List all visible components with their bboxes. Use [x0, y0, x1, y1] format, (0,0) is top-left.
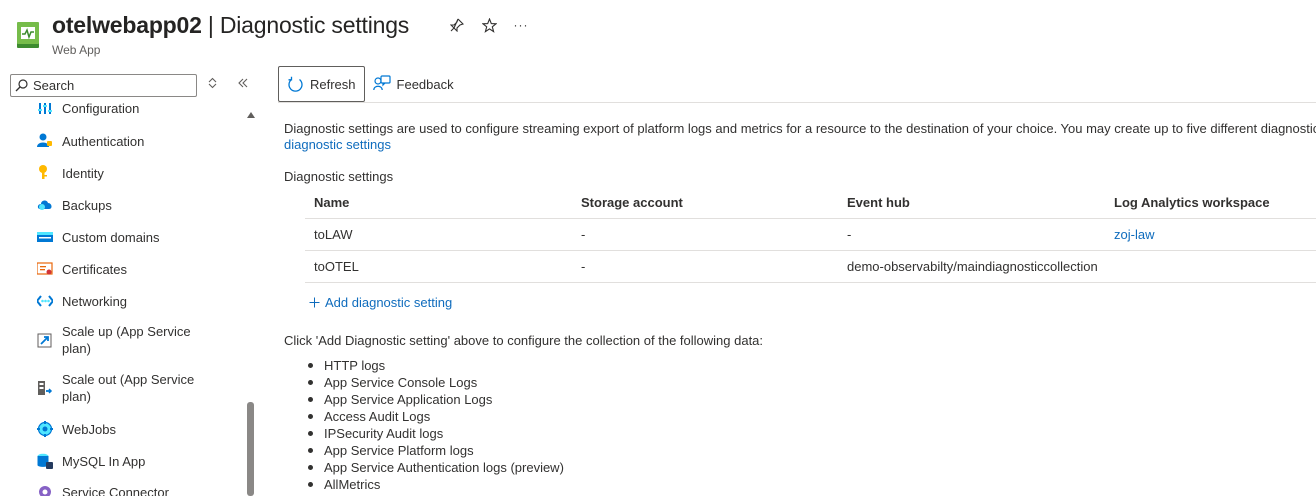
add-diagnostic-setting-link[interactable]: Add diagnostic setting: [309, 295, 452, 310]
column-header: Log Analytics workspace: [1114, 194, 1270, 210]
mysql-icon: [37, 453, 53, 469]
search-placeholder: Search: [33, 78, 75, 93]
sidebar-item-label: MySQL In App: [62, 454, 146, 469]
title-separator: |: [201, 12, 220, 38]
list-item: App Service Platform logs: [306, 442, 564, 459]
table-row[interactable]: toOTEL - demo-observabilty/maindiagnosti…: [305, 251, 1316, 283]
resource-name: otelwebapp02: [52, 12, 202, 38]
refresh-icon: [288, 76, 303, 92]
search-icon: [15, 79, 28, 92]
column-header: Event hub: [847, 194, 910, 210]
sidebar-item-scale-out[interactable]: Scale out (App Service plan): [0, 370, 244, 406]
sidebar-nav: Configuration Authentication Identity Ba…: [0, 97, 244, 496]
sidebar-item-label: Backups: [62, 198, 112, 213]
scale-up-icon: [37, 333, 52, 348]
certificates-icon: [37, 262, 53, 275]
sidebar-item-backups[interactable]: Backups: [0, 195, 244, 215]
scrollbar-thumb[interactable]: [247, 402, 254, 496]
sidebar-item-label: Networking: [62, 294, 128, 309]
identity-icon: [39, 165, 47, 179]
configuration-icon: [38, 103, 52, 114]
sidebar-item-authentication[interactable]: Authentication: [0, 131, 244, 151]
sidebar-item-label: Certificates: [62, 262, 128, 277]
sidebar-item-label: Service Connector: [62, 485, 169, 496]
resource-type: Web App: [52, 43, 101, 57]
sidebar-item-webjobs[interactable]: WebJobs: [0, 419, 244, 439]
instructions-text: Click 'Add Diagnostic setting' above to …: [284, 333, 764, 348]
sidebar-item-label: WebJobs: [62, 422, 116, 437]
setting-name: toOTEL: [314, 259, 359, 274]
plus-icon: [309, 297, 320, 308]
event-hub-cell: demo-observabilty/maindiagnosticcollecti…: [847, 259, 1098, 274]
list-item: App Service Application Logs: [306, 391, 564, 408]
sidebar-item-identity[interactable]: Identity: [0, 163, 244, 183]
sort-icon[interactable]: [208, 77, 217, 92]
sidebar-item-custom-domains[interactable]: Custom domains: [0, 227, 244, 247]
authentication-icon: [37, 133, 52, 147]
networking-icon: [37, 295, 53, 307]
feedback-button[interactable]: Feedback: [365, 66, 462, 102]
blade-name: Diagnostic settings: [219, 12, 410, 38]
table-header-row: Name Storage account Event hub Log Analy…: [305, 186, 1316, 219]
storage-account-cell: -: [581, 227, 586, 242]
list-item: App Service Authentication logs (preview…: [306, 459, 564, 476]
toolbar-divider: [278, 102, 1316, 103]
setting-name: toLAW: [314, 227, 353, 242]
list-item: AllMetrics: [306, 476, 564, 493]
sidebar-item-label: Scale out (App Service plan): [62, 372, 195, 404]
more-icon[interactable]: ···: [511, 14, 531, 36]
webjobs-icon: [37, 421, 53, 437]
event-hub-cell: -: [847, 227, 852, 242]
custom-domains-icon: [37, 232, 53, 242]
sidebar-item-label: Custom domains: [62, 230, 160, 245]
description-text: Diagnostic settings are used to configur…: [284, 121, 1316, 136]
data-category-list: HTTP logs App Service Console Logs App S…: [306, 357, 564, 493]
refresh-button[interactable]: Refresh: [278, 66, 365, 102]
list-item: App Service Console Logs: [306, 374, 564, 391]
sidebar-item-mysql-in-app[interactable]: MySQL In App: [0, 451, 244, 471]
page-title: otelwebapp02 | Diagnostic settings: [52, 12, 409, 39]
sidebar-item-networking[interactable]: Networking: [0, 291, 244, 311]
sidebar-item-scale-up[interactable]: Scale up (App Service plan): [0, 322, 244, 358]
feedback-label: Feedback: [396, 76, 454, 92]
sidebar-item-label: Identity: [62, 166, 104, 181]
list-item: IPSecurity Audit logs: [306, 425, 564, 442]
column-header: Storage account: [581, 194, 683, 210]
pin-icon[interactable]: [447, 14, 467, 36]
log-analytics-workspace-link[interactable]: zoj-law: [1114, 219, 1154, 250]
sidebar-item-label: Authentication: [62, 134, 145, 149]
refresh-label: Refresh: [310, 76, 356, 92]
sidebar-item-service-connector[interactable]: Service Connector: [0, 482, 244, 496]
sidebar-item-configuration[interactable]: Configuration: [0, 98, 244, 118]
learn-more-link[interactable]: diagnostic settings: [284, 137, 391, 152]
list-item: Access Audit Logs: [306, 408, 564, 425]
collapse-sidebar-icon[interactable]: [237, 77, 249, 92]
add-setting-label: Add diagnostic setting: [325, 295, 453, 310]
service-connector-icon: [39, 486, 51, 496]
column-header: Name: [314, 194, 350, 210]
star-icon[interactable]: [479, 14, 499, 36]
backups-icon: [37, 200, 52, 210]
sidebar-item-label: Configuration: [62, 101, 140, 116]
section-label: Diagnostic settings: [284, 169, 394, 184]
storage-account-cell: -: [581, 259, 586, 274]
scale-out-icon: [38, 381, 53, 395]
sidebar-scrollbar[interactable]: [244, 104, 258, 496]
command-bar: Refresh Feedback: [278, 66, 462, 102]
sidebar-item-certificates[interactable]: Certificates: [0, 259, 244, 279]
table-row[interactable]: toLAW - - zoj-law: [305, 219, 1316, 251]
list-item: HTTP logs: [306, 357, 564, 374]
search-input[interactable]: Search: [10, 74, 197, 97]
sidebar-item-label: Scale up (App Service plan): [62, 324, 191, 356]
scroll-up-arrow-icon[interactable]: [247, 112, 255, 118]
web-app-icon: [17, 22, 39, 48]
feedback-icon: [372, 75, 391, 91]
